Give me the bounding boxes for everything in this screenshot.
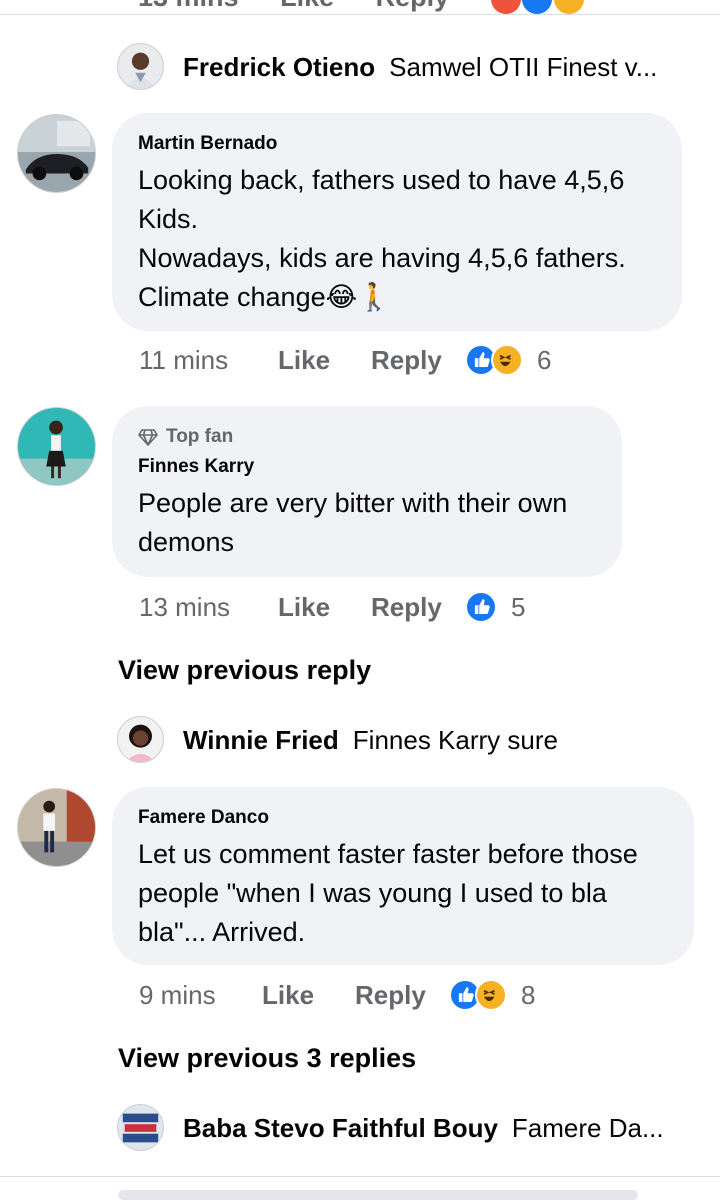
avatar[interactable]: [117, 716, 164, 763]
reactions-summary[interactable]: 8: [449, 979, 535, 1011]
reaction-count: 5: [511, 591, 526, 622]
comment-actions: 11 mins Like Reply 6: [139, 344, 551, 376]
reply-preview-text: Samwel OTII Finest v...: [389, 52, 658, 82]
comment-time[interactable]: 13 mins: [139, 592, 278, 623]
comment-actions: 9 mins Like Reply 8: [139, 979, 535, 1011]
like-button[interactable]: Like: [278, 592, 371, 623]
reply-preview-text: Finnes Karry sure: [352, 725, 558, 755]
comment-time: 13 mins: [138, 0, 239, 12]
view-previous-replies-link[interactable]: View previous 3 replies: [118, 1043, 416, 1074]
love-icon: [490, 0, 521, 14]
comment-time[interactable]: 11 mins: [139, 345, 278, 376]
reply-author-name[interactable]: Baba Stevo Faithful Bouy: [183, 1113, 498, 1144]
top-fan-badge: Top fan: [138, 426, 596, 448]
reply-button[interactable]: Reply: [371, 592, 465, 623]
comment-bubble[interactable]: Famere Danco Let us comment faster faste…: [112, 787, 694, 965]
comment-time[interactable]: 9 mins: [139, 980, 262, 1011]
reactions-summary[interactable]: 6: [465, 344, 551, 376]
reply-preview-text: Famere Da...: [511, 1113, 664, 1143]
comment-bubble[interactable]: Martin Bernado Looking back, fathers use…: [112, 113, 682, 331]
divider: [0, 1176, 720, 1177]
comment-author-name[interactable]: Famere Danco: [138, 807, 668, 829]
reply-author-name[interactable]: Fredrick Otieno: [183, 52, 375, 83]
comment-text: People are very bitter with their own de…: [138, 488, 568, 557]
reply-button[interactable]: Reply: [371, 345, 465, 376]
reaction-count: 6: [537, 344, 552, 375]
comment-author-name[interactable]: Finnes Karry: [138, 456, 596, 478]
haha-icon: [475, 979, 507, 1011]
like-icon: [465, 591, 497, 623]
comment-text: Let us comment faster faster before thos…: [138, 839, 638, 947]
like-icon: [522, 0, 553, 14]
avatar[interactable]: [17, 114, 96, 193]
reply-button[interactable]: Reply: [355, 980, 449, 1011]
avatar[interactable]: [117, 43, 164, 90]
avatar[interactable]: [17, 407, 96, 486]
reactions-summary[interactable]: 5: [465, 591, 525, 623]
reply-preview[interactable]: Fredrick Otieno Samwel OTII Finest v...: [183, 52, 657, 83]
diamond-icon: [138, 429, 158, 446]
reply-author-name[interactable]: Winnie Fried: [183, 725, 339, 756]
previous-comment-meta: 13 mins Like Reply: [0, 0, 720, 14]
haha-icon: [553, 0, 584, 14]
view-previous-replies-link[interactable]: View previous reply: [118, 655, 371, 686]
like-button[interactable]: Like: [278, 345, 371, 376]
comment-bubble[interactable]: Top fan Finnes Karry People are very bit…: [112, 406, 622, 577]
reply-button[interactable]: Reply: [376, 0, 450, 12]
comment-actions: 13 mins Like Reply 5: [139, 591, 525, 623]
like-button[interactable]: Like: [280, 0, 334, 12]
top-fan-label: Top fan: [166, 426, 234, 447]
avatar[interactable]: [117, 1104, 164, 1151]
reaction-count: 8: [521, 979, 536, 1010]
reply-preview[interactable]: Baba Stevo Faithful Bouy Famere Da...: [183, 1113, 664, 1144]
avatar[interactable]: [17, 788, 96, 867]
comment-composer[interactable]: [118, 1190, 638, 1200]
divider: [0, 14, 720, 15]
reply-preview[interactable]: Winnie Fried Finnes Karry sure: [183, 725, 558, 756]
like-button[interactable]: Like: [262, 980, 355, 1011]
comment-text: Looking back, fathers used to have 4,5,6…: [138, 165, 626, 312]
haha-icon: [491, 344, 523, 376]
comment-author-name[interactable]: Martin Bernado: [138, 133, 656, 155]
